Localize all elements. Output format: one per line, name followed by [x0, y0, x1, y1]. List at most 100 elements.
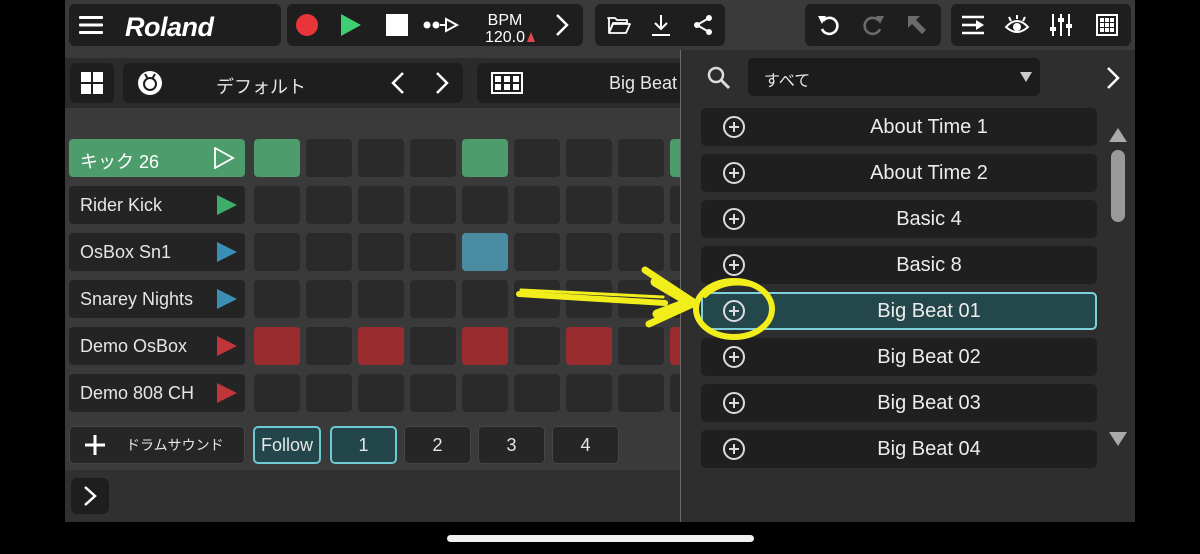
step-cell[interactable]: [254, 139, 300, 177]
transport-more-button[interactable]: [545, 4, 579, 46]
step-cell[interactable]: [514, 280, 560, 318]
step-cell[interactable]: [618, 280, 664, 318]
step-cell[interactable]: [254, 374, 300, 412]
expand-button[interactable]: [71, 478, 109, 514]
track-row[interactable]: Demo 808 CH: [69, 374, 245, 412]
pattern-selector[interactable]: Big Beat: [477, 63, 681, 103]
home-indicator[interactable]: [447, 535, 754, 542]
step-cell[interactable]: [618, 374, 664, 412]
add-circle-icon[interactable]: [723, 254, 745, 276]
step-cell[interactable]: [462, 327, 508, 365]
scrollbar-thumb[interactable]: [1111, 150, 1125, 222]
add-circle-icon[interactable]: [723, 162, 745, 184]
track-row[interactable]: Demo OsBox: [69, 327, 245, 365]
step-cell[interactable]: [306, 280, 352, 318]
step-cell[interactable]: [254, 280, 300, 318]
tracks-view-button[interactable]: [951, 4, 995, 46]
play-button[interactable]: [333, 4, 369, 46]
step-cell[interactable]: [410, 374, 456, 412]
step-cell[interactable]: [358, 233, 404, 271]
page-button-4[interactable]: 4: [552, 426, 619, 464]
share-button[interactable]: [683, 4, 723, 46]
step-cell[interactable]: [306, 139, 352, 177]
pattern-list-item[interactable]: Big Beat 03: [701, 384, 1097, 422]
add-circle-icon[interactable]: [723, 346, 745, 368]
step-cell[interactable]: [306, 186, 352, 224]
add-circle-icon[interactable]: [723, 300, 745, 322]
step-cell[interactable]: [514, 327, 560, 365]
step-cell[interactable]: [462, 139, 508, 177]
step-cell[interactable]: [514, 374, 560, 412]
step-input-button[interactable]: [421, 4, 461, 46]
page-button-1[interactable]: 1: [330, 426, 397, 464]
scroll-down-icon[interactable]: [1109, 432, 1127, 446]
visibility-button[interactable]: [995, 4, 1039, 46]
step-cell[interactable]: [358, 374, 404, 412]
step-cell[interactable]: [254, 233, 300, 271]
category-filter-select[interactable]: すべて: [748, 58, 1040, 96]
step-cell[interactable]: [358, 280, 404, 318]
step-cell[interactable]: [358, 186, 404, 224]
scroll-up-icon[interactable]: [1109, 128, 1127, 142]
step-cell[interactable]: [618, 233, 664, 271]
export-button[interactable]: [641, 4, 681, 46]
page-button-3[interactable]: 3: [478, 426, 545, 464]
pattern-list-item-selected[interactable]: Big Beat 01: [701, 292, 1097, 330]
step-cell[interactable]: [514, 139, 560, 177]
step-cell[interactable]: [410, 280, 456, 318]
step-cell[interactable]: [306, 374, 352, 412]
step-cell[interactable]: [306, 233, 352, 271]
step-cell[interactable]: [618, 139, 664, 177]
add-circle-icon[interactable]: [723, 208, 745, 230]
step-cell[interactable]: [410, 139, 456, 177]
page-button-2[interactable]: 2: [404, 426, 471, 464]
step-cell[interactable]: [306, 327, 352, 365]
step-cell[interactable]: [462, 186, 508, 224]
pattern-list-item[interactable]: About Time 1: [701, 108, 1097, 146]
pattern-list-item[interactable]: Big Beat 04: [701, 430, 1097, 468]
step-cell[interactable]: [618, 327, 664, 365]
follow-toggle[interactable]: Follow: [253, 426, 321, 464]
track-row[interactable]: Snarey Nights: [69, 280, 245, 318]
track-preview-icon[interactable]: [217, 336, 237, 356]
step-cell[interactable]: [618, 186, 664, 224]
step-cell[interactable]: [462, 374, 508, 412]
step-cell[interactable]: [566, 233, 612, 271]
track-row[interactable]: キック 26: [69, 139, 245, 177]
kit-selector[interactable]: デフォルト: [123, 63, 463, 103]
step-cell[interactable]: [358, 327, 404, 365]
open-button[interactable]: [599, 4, 639, 46]
kit-prev-button[interactable]: [385, 69, 411, 97]
step-cell[interactable]: [254, 327, 300, 365]
add-circle-icon[interactable]: [723, 438, 745, 460]
kit-grid-button[interactable]: [70, 63, 114, 103]
track-preview-icon[interactable]: [217, 242, 237, 262]
kit-next-button[interactable]: [429, 69, 455, 97]
track-row[interactable]: OsBox Sn1: [69, 233, 245, 271]
menu-button[interactable]: [69, 4, 113, 46]
step-cell[interactable]: [358, 139, 404, 177]
track-preview-icon[interactable]: [217, 383, 237, 403]
add-drum-sound-button[interactable]: ドラムサウンド: [69, 426, 245, 464]
pattern-list-item[interactable]: About Time 2: [701, 154, 1097, 192]
step-cell[interactable]: [566, 280, 612, 318]
select-tool-button[interactable]: [895, 4, 939, 46]
pattern-list-item[interactable]: Basic 4: [701, 200, 1097, 238]
step-cell[interactable]: [566, 327, 612, 365]
track-row[interactable]: Rider Kick: [69, 186, 245, 224]
pattern-list-item[interactable]: Big Beat 02: [701, 338, 1097, 376]
step-cell[interactable]: [410, 327, 456, 365]
add-circle-icon[interactable]: [723, 116, 745, 138]
pattern-list-item[interactable]: Basic 8: [701, 246, 1097, 284]
step-cell[interactable]: [410, 186, 456, 224]
record-button[interactable]: [289, 4, 325, 46]
step-cell[interactable]: [514, 233, 560, 271]
browser-next-button[interactable]: [1099, 64, 1127, 92]
redo-button[interactable]: [851, 4, 895, 46]
stop-button[interactable]: [379, 4, 415, 46]
search-icon[interactable]: [707, 66, 731, 90]
step-cell[interactable]: [566, 374, 612, 412]
track-preview-icon[interactable]: [217, 195, 237, 215]
pad-view-button[interactable]: [1085, 4, 1129, 46]
step-cell[interactable]: [410, 233, 456, 271]
